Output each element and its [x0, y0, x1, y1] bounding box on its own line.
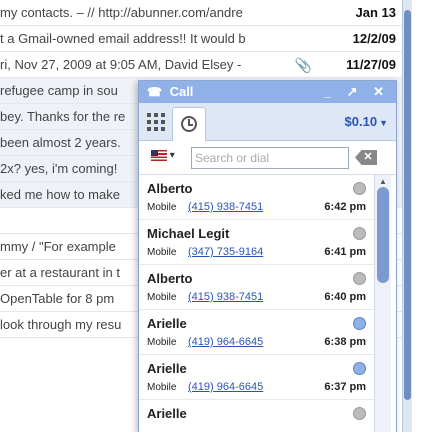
- inbox-row[interactable]: t a Gmail-owned email address!! It would…: [0, 26, 402, 52]
- paperclip-icon: 📎: [294, 57, 312, 73]
- chevron-down-icon: ▾: [169, 150, 175, 162]
- inbox-row[interactable]: my contacts. – // http://abunner.com/and…: [0, 0, 402, 26]
- search-bar: ▾ ✕: [139, 141, 396, 175]
- call-status-icon: [353, 272, 366, 285]
- inbox-snippet: bey. Thanks for the re: [0, 109, 126, 124]
- keypad-icon[interactable]: [147, 113, 165, 131]
- phone-type: Mobile: [147, 382, 177, 393]
- call-status-icon: [353, 317, 366, 330]
- contact-name: Arielle: [147, 361, 187, 376]
- call-status-icon: [353, 227, 366, 240]
- call-time: 6:41 pm: [324, 246, 366, 258]
- credit-amount: $0.10: [344, 114, 378, 129]
- phone-number-link[interactable]: (347) 735-9164: [188, 246, 263, 258]
- phone-icon: ☎: [147, 85, 162, 99]
- call-status-icon: [353, 362, 366, 375]
- call-status-icon: [353, 182, 366, 195]
- credit-balance[interactable]: $0.10 ▼: [345, 114, 388, 129]
- inbox-snippet: refugee camp in sou: [0, 83, 118, 98]
- inbox-snippet: er at a restaurant in t: [0, 265, 120, 280]
- phone-type: Mobile: [147, 292, 177, 303]
- call-titlebar[interactable]: ☎ Call _ ↗ ✕: [139, 81, 396, 103]
- call-title: Call: [169, 84, 194, 99]
- call-history-item[interactable]: Arielle: [139, 400, 374, 432]
- inbox-snippet: ked me how to make: [0, 187, 120, 202]
- inbox-date: Jan 13: [355, 5, 396, 20]
- phone-number-link[interactable]: (415) 938-7451: [188, 291, 263, 303]
- call-time: 6:42 pm: [324, 201, 366, 213]
- chevron-down-icon: ▼: [379, 118, 388, 128]
- contact-name: Arielle: [147, 316, 187, 331]
- window-controls[interactable]: _ ↗ ✕: [324, 81, 390, 103]
- call-history-item[interactable]: Alberto Mobile (415) 938-7451 6:42 pm: [139, 175, 374, 220]
- inbox-snippet: been almost 2 years.: [0, 135, 121, 150]
- tab-history[interactable]: [172, 107, 206, 142]
- inbox-scrollbar[interactable]: [402, 0, 412, 432]
- inbox-snippet: my contacts. – // http://abunner.com/and…: [0, 5, 243, 20]
- call-status-icon: [353, 407, 366, 420]
- clock-icon: [181, 116, 197, 132]
- backspace-icon[interactable]: ✕: [355, 150, 377, 165]
- contact-name: Alberto: [147, 271, 193, 286]
- phone-number-link[interactable]: (419) 964-6645: [188, 336, 263, 348]
- call-history-item[interactable]: Arielle Mobile (419) 964-6645 6:37 pm: [139, 355, 374, 400]
- inbox-snippet: t a Gmail-owned email address!! It would…: [0, 31, 246, 46]
- inbox-date: 11/27/09: [346, 57, 396, 72]
- history-scrollbar[interactable]: ▲: [374, 175, 391, 432]
- call-time: 6:40 pm: [324, 291, 366, 303]
- phone-number-link[interactable]: (419) 964-6645: [188, 381, 263, 393]
- phone-number-link[interactable]: (415) 938-7451: [188, 201, 263, 213]
- search-or-dial-input[interactable]: [191, 147, 349, 169]
- inbox-date: 12/2/09: [352, 31, 396, 46]
- call-history-item[interactable]: Michael Legit Mobile (347) 735-9164 6:41 pm: [139, 220, 374, 265]
- us-flag-icon: [151, 150, 167, 161]
- contact-name: Alberto: [147, 181, 193, 196]
- phone-type: Mobile: [147, 202, 177, 213]
- contact-name: Arielle: [147, 406, 187, 421]
- phone-type: Mobile: [147, 247, 177, 258]
- history-scroll-thumb[interactable]: [377, 187, 389, 283]
- inbox-snippet: ri, Nov 27, 2009 at 9:05 AM, David Elsey…: [0, 57, 242, 72]
- call-time: 6:37 pm: [324, 381, 366, 393]
- scroll-up-icon[interactable]: ▲: [379, 177, 387, 186]
- country-select[interactable]: ▾: [151, 150, 175, 166]
- inbox-row[interactable]: ri, Nov 27, 2009 at 9:05 AM, David Elsey…: [0, 52, 402, 78]
- inbox-snippet: look through my resu: [0, 317, 122, 332]
- call-history-item[interactable]: Alberto Mobile (415) 938-7451 6:40 pm: [139, 265, 374, 310]
- call-tabbar: $0.10 ▼: [139, 103, 396, 142]
- call-history-list: Alberto Mobile (415) 938-7451 6:42 pm Michae…: [139, 175, 374, 432]
- inbox-scroll-thumb[interactable]: [404, 10, 411, 400]
- inbox-snippet: mmy / "For example: [0, 239, 116, 254]
- call-window: ☎ Call _ ↗ ✕ $0.10▼ ▾ ✕ Alberto Mobile (41…: [138, 80, 397, 432]
- contact-name: Michael Legit: [147, 226, 230, 241]
- call-history-item[interactable]: Arielle Mobile (419) 964-6645 6:38 pm: [139, 310, 374, 355]
- inbox-snippet: OpenTable for 8 pm: [0, 291, 115, 306]
- phone-type: Mobile: [147, 337, 177, 348]
- inbox-snippet: 2x? yes, i'm coming!: [0, 161, 118, 176]
- call-time: 6:38 pm: [324, 336, 366, 348]
